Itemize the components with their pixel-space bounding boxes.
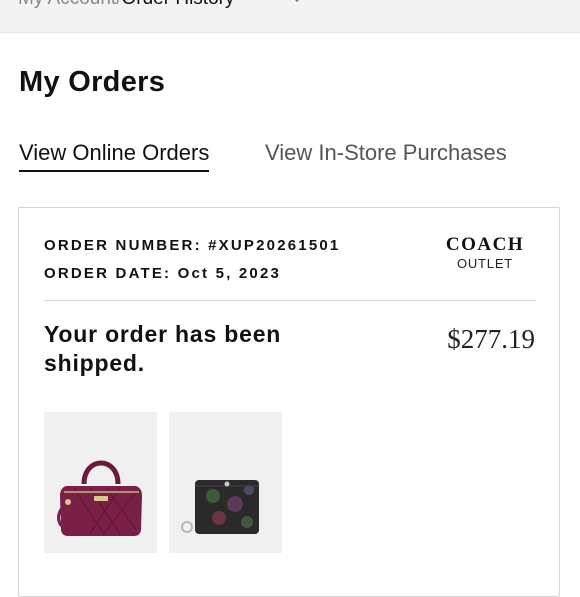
breadcrumb-current: Order History [122,0,235,9]
chevron-down-icon[interactable] [292,0,302,4]
top-bar: My Account/Order History [0,0,580,33]
wallet-icon [181,480,259,534]
breadcrumb-parent[interactable]: My Account/ [18,0,122,9]
handbag-icon [57,460,142,536]
tab-online-orders[interactable]: View Online Orders [19,140,210,172]
product-thumbnail-wallet[interactable] [169,412,282,553]
order-date: ORDER DATE: Oct 5, 2023 [44,265,282,282]
order-card[interactable]: ORDER NUMBER: #XUP20261501 ORDER DATE: O… [18,207,560,597]
order-number: ORDER NUMBER: #XUP20261501 [44,237,341,254]
coach-outlet-logo: COACH OUTLET [431,234,539,272]
product-thumbnail-handbag[interactable] [44,412,157,553]
page-title: My Orders [19,66,166,98]
brand-name: COACH [445,234,525,255]
breadcrumb[interactable]: My Account/Order History [18,0,234,10]
tab-in-store-purchases[interactable]: View In-Store Purchases [265,140,507,170]
order-tabs: View Online Orders View In-Store Purchas… [19,140,559,174]
brand-sub: OUTLET [456,256,514,271]
divider [44,300,536,301]
order-total: $277.19 [447,324,535,354]
order-status: Your order has been shipped. [44,321,282,376]
order-meta: ORDER NUMBER: #XUP20261501 ORDER DATE: O… [44,232,340,288]
